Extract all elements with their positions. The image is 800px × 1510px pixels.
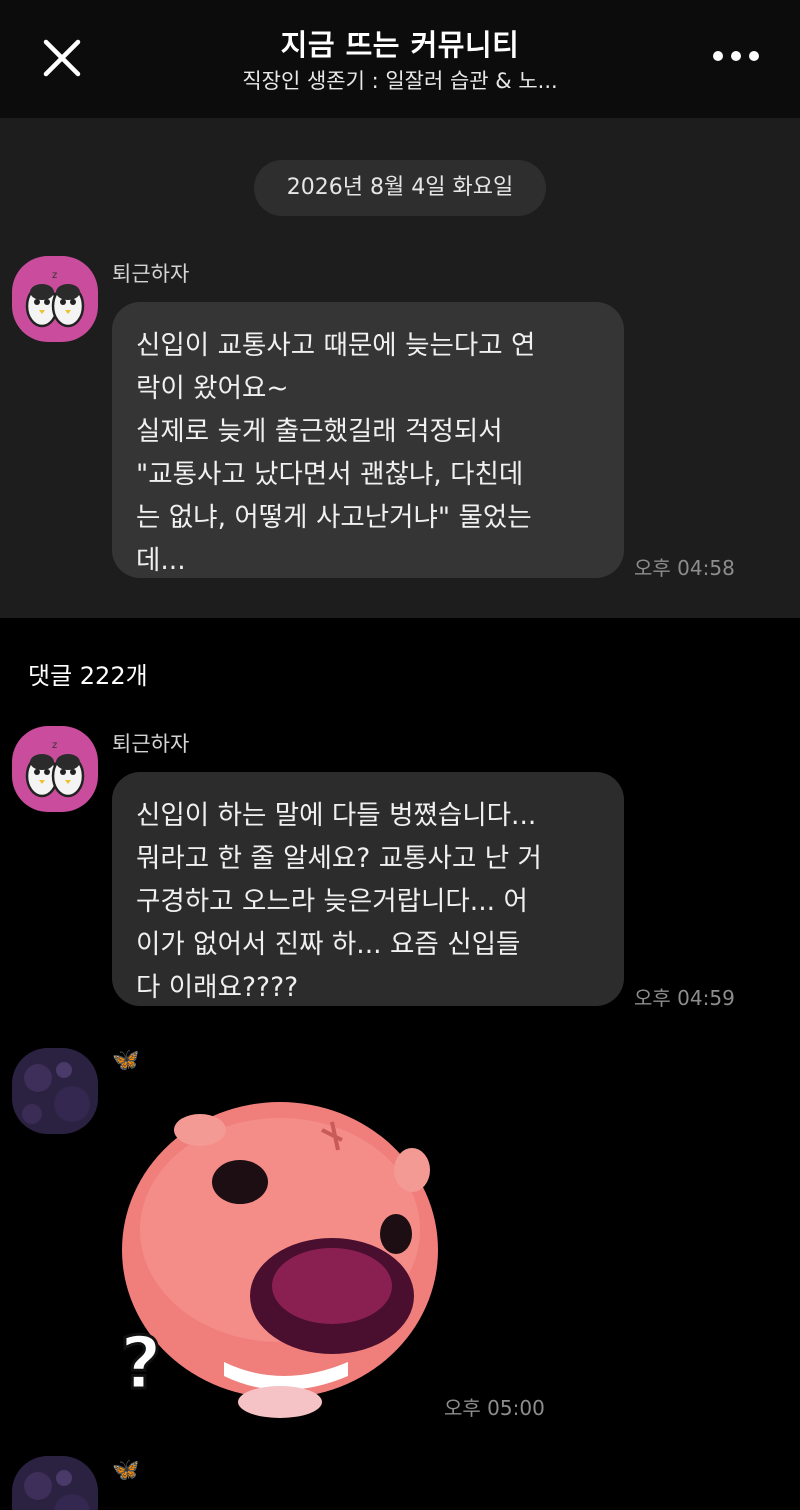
comments-count: 댓글 222개 (28, 662, 148, 690)
comment-message-bubble: 신입이 하는 말에 다들 벙쪘습니다... 뭐라고 한 줄 알세요? 교통사고 … (112, 772, 624, 1006)
community-subtitle[interactable]: 직장인 생존기 : 일잘러 습관 & 노... (0, 65, 800, 95)
avatar[interactable]: z (12, 726, 98, 812)
svg-text:z: z (52, 270, 57, 281)
message-timestamp: 오후 05:00 (444, 1396, 545, 1420)
penguin-avatar-icon: z (25, 270, 85, 328)
message-timestamp: 오후 04:58 (634, 556, 735, 580)
butterfly-icon[interactable]: 🦋 (112, 1458, 139, 1483)
avatar[interactable] (12, 1048, 98, 1134)
comment-author[interactable]: 퇴근하자 (112, 728, 189, 758)
more-horizontal-icon[interactable] (708, 44, 764, 68)
confused-pink-character-sticker: ? (119, 1102, 438, 1418)
butterfly-icon[interactable]: 🦋 (112, 1048, 139, 1073)
svg-text:?: ? (120, 1321, 162, 1405)
post-message-bubble: 신입이 교통사고 때문에 늦는다고 연 락이 왔어요~ 실제로 늦게 출근했길래… (112, 302, 624, 578)
avatar[interactable] (12, 1456, 98, 1510)
date-divider: 2026년 8월 4일 화요일 (254, 160, 546, 216)
svg-text:z: z (52, 740, 57, 751)
original-post-section: 2026년 8월 4일 화요일 z 퇴근하자 신입이 교통사고 때문에 늦는다고… (0, 118, 800, 618)
dark-floral-avatar-icon (12, 1048, 98, 1134)
dark-floral-avatar-icon (12, 1456, 98, 1510)
avatar[interactable]: z (12, 256, 98, 342)
top-bar: 지금 뜨는 커뮤니티 직장인 생존기 : 일잘러 습관 & 노... (0, 0, 800, 118)
page-title: 지금 뜨는 커뮤니티 (280, 28, 520, 62)
message-timestamp: 오후 04:59 (634, 986, 735, 1010)
post-author[interactable]: 퇴근하자 (112, 258, 189, 288)
penguin-avatar-icon: z (25, 740, 85, 798)
